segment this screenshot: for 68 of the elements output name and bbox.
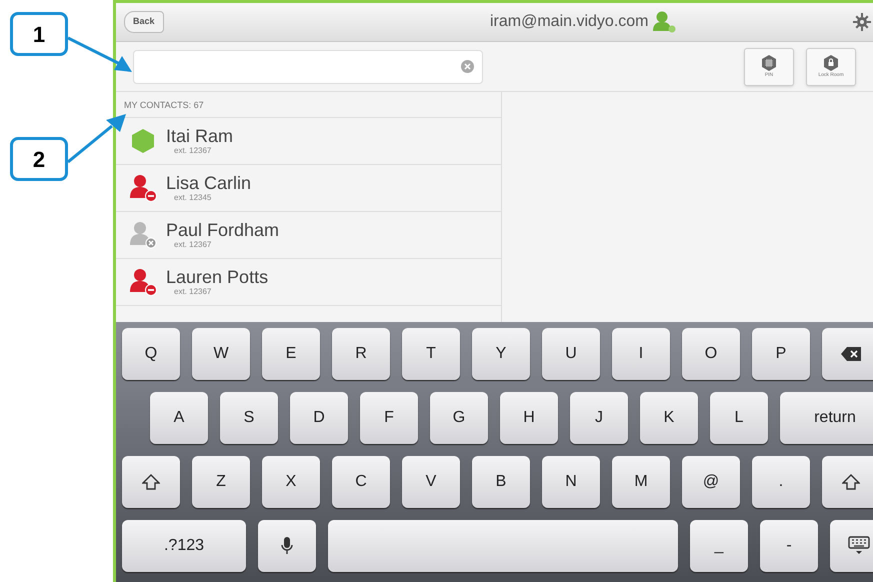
grid-icon xyxy=(761,55,777,71)
backspace-icon xyxy=(841,347,861,361)
key[interactable]: V xyxy=(402,456,460,508)
key[interactable]: F xyxy=(360,392,418,444)
key[interactable]: C xyxy=(332,456,390,508)
key[interactable]: L xyxy=(710,392,768,444)
busy-person-icon xyxy=(129,174,157,202)
contacts-header: MY CONTACTS: 67 xyxy=(116,92,501,118)
key[interactable]: B xyxy=(472,456,530,508)
busy-person-icon xyxy=(129,268,157,296)
contact-row[interactable]: Lauren Potts ext. 12367 xyxy=(116,258,501,306)
contact-extension: ext. 12367 xyxy=(174,288,212,296)
callout-label: 2 xyxy=(10,137,68,181)
key[interactable]: W xyxy=(192,328,250,380)
key[interactable]: A xyxy=(150,392,208,444)
search-field[interactable] xyxy=(133,50,483,84)
contact-row[interactable]: Lisa Carlin ext. 12345 xyxy=(116,164,501,212)
shift-key[interactable] xyxy=(822,456,873,508)
shift-icon xyxy=(842,474,860,490)
key[interactable]: S xyxy=(220,392,278,444)
settings-icon[interactable] xyxy=(853,13,871,31)
contact-extension: ext. 12345 xyxy=(174,194,212,202)
contact-name: Lauren Potts xyxy=(166,268,268,286)
key[interactable]: E xyxy=(262,328,320,380)
microphone-icon xyxy=(281,537,293,555)
contact-name: Paul Fordham xyxy=(166,220,280,238)
offline-person-icon xyxy=(129,220,157,248)
shift-key[interactable] xyxy=(122,456,180,508)
key[interactable]: I xyxy=(612,328,670,380)
key[interactable]: G xyxy=(430,392,488,444)
key[interactable]: _ xyxy=(690,520,748,572)
online-person-icon xyxy=(652,11,676,33)
key[interactable]: T xyxy=(402,328,460,380)
backspace-key[interactable] xyxy=(822,328,873,380)
online-status-icon xyxy=(130,128,156,154)
key[interactable]: N xyxy=(542,456,600,508)
mic-key[interactable] xyxy=(258,520,316,572)
callout-label: 1 xyxy=(10,12,68,56)
numbers-key[interactable]: .?123 xyxy=(122,520,246,572)
contact-name: Itai Ram xyxy=(166,126,234,144)
key[interactable]: @ xyxy=(682,456,740,508)
key[interactable]: . xyxy=(752,456,810,508)
key[interactable]: U xyxy=(542,328,600,380)
key[interactable]: H xyxy=(500,392,558,444)
key[interactable]: J xyxy=(570,392,628,444)
callout-arrow xyxy=(68,112,128,164)
contact-extension: ext. 12367 xyxy=(174,240,212,248)
key[interactable]: D xyxy=(290,392,348,444)
key[interactable]: K xyxy=(640,392,698,444)
hide-key[interactable] xyxy=(830,520,873,572)
key[interactable]: P xyxy=(752,328,810,380)
key[interactable]: Q xyxy=(122,328,180,380)
contact-extension: ext. 12367 xyxy=(174,146,212,154)
keyboard-icon xyxy=(848,536,870,556)
shift-icon xyxy=(142,474,160,490)
contact-name: Lisa Carlin xyxy=(166,174,252,192)
account-title: iram@main.vidyo.com xyxy=(490,12,648,32)
key[interactable]: Y xyxy=(472,328,530,380)
key[interactable]: M xyxy=(612,456,670,508)
return-key[interactable]: return xyxy=(780,392,873,444)
back-button[interactable]: Back xyxy=(124,11,164,33)
contact-row[interactable]: Paul Fordham ext. 12367 xyxy=(116,212,501,258)
key[interactable]: X xyxy=(262,456,320,508)
key[interactable]: - xyxy=(760,520,818,572)
key[interactable]: R xyxy=(332,328,390,380)
key[interactable]: O xyxy=(682,328,740,380)
lock-icon xyxy=(823,55,839,71)
key[interactable]: Z xyxy=(192,456,250,508)
